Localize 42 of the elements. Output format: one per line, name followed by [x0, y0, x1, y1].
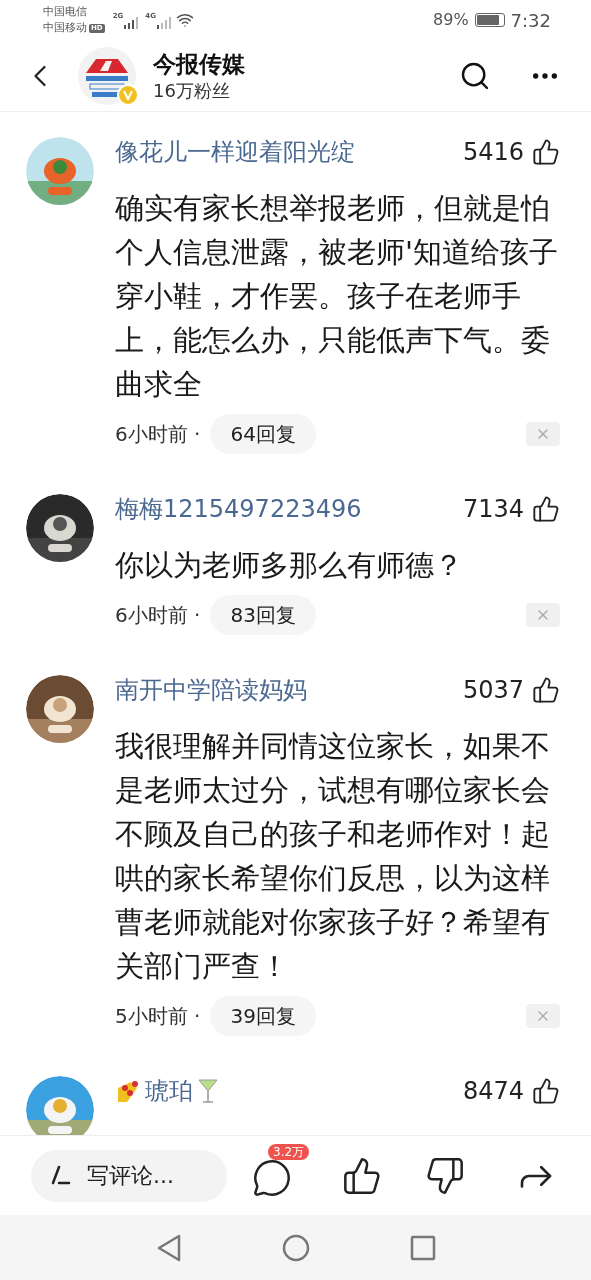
- username[interactable]: 梅梅1215497223496: [115, 491, 362, 527]
- username[interactable]: 南开中学陪读妈妈: [115, 672, 307, 708]
- pen-icon: [51, 1164, 71, 1187]
- like-icon[interactable]: [532, 676, 560, 704]
- like-count: 5037: [462, 675, 524, 706]
- battery-percent: 89%: [433, 9, 469, 31]
- comment-time: 6小时前 ·: [115, 421, 201, 448]
- like-count: 8474: [462, 1076, 524, 1107]
- username[interactable]: 像花儿一样迎着阳光绽: [115, 134, 355, 170]
- comment-time: 6小时前 ·: [115, 602, 201, 629]
- carrier-name: 中国移动: [43, 20, 87, 36]
- signal-icon: [156, 17, 171, 29]
- comment-icon[interactable]: [252, 1157, 292, 1198]
- channel-name: 今报传媒: [153, 49, 245, 79]
- comment-time: 5小时前 ·: [115, 1003, 201, 1030]
- comment-input[interactable]: 写评论...: [31, 1149, 227, 1202]
- like-icon[interactable]: [532, 138, 560, 166]
- clock: 7:32: [510, 8, 551, 33]
- replies-button[interactable]: 64回复: [210, 414, 316, 454]
- username[interactable]: 琥珀: [145, 1073, 193, 1109]
- like-icon[interactable]: [342, 1155, 382, 1196]
- recents-icon[interactable]: [409, 1234, 436, 1261]
- signal-icon: [124, 17, 139, 29]
- comment-placeholder: 写评论...: [87, 1162, 174, 1190]
- like-icon[interactable]: [532, 495, 560, 523]
- follower-count: 16万粉丝: [153, 78, 231, 103]
- comment-count-badge: 3.2万: [268, 1143, 310, 1160]
- like-count: 5416: [462, 137, 524, 168]
- dislike-icon[interactable]: [425, 1155, 465, 1196]
- nail-polish-icon: [115, 1078, 141, 1104]
- replies-button[interactable]: 39回复: [210, 996, 316, 1036]
- home-icon[interactable]: [281, 1233, 310, 1262]
- like-count: 7134: [462, 494, 524, 525]
- carrier-name: 中国电信: [43, 4, 88, 20]
- replies-button[interactable]: 83回复: [210, 595, 316, 635]
- comment-text: 确实有家长想举报老师，但就是怕个人信息泄露，被老师'知道给孩子穿小鞋，才作罢。孩子在老师手上，能怎么办，只能低声下气。委曲求全: [115, 190, 559, 403]
- comment-text: 你以为老师多那么有师德？: [115, 547, 464, 584]
- cocktail-icon: [197, 1077, 219, 1105]
- wifi-icon: [175, 11, 194, 29]
- comment-text: 我很理解并同情这位家长，如果不是老师太过分，试想有哪位家长会不顾及自己的孩子和老师作对！起哄的家长希望你们反思，以为这样曹老师就能对你家孩子好？希望有关部门严查！: [115, 728, 551, 985]
- like-icon[interactable]: [532, 1077, 560, 1105]
- battery-icon: [474, 13, 505, 27]
